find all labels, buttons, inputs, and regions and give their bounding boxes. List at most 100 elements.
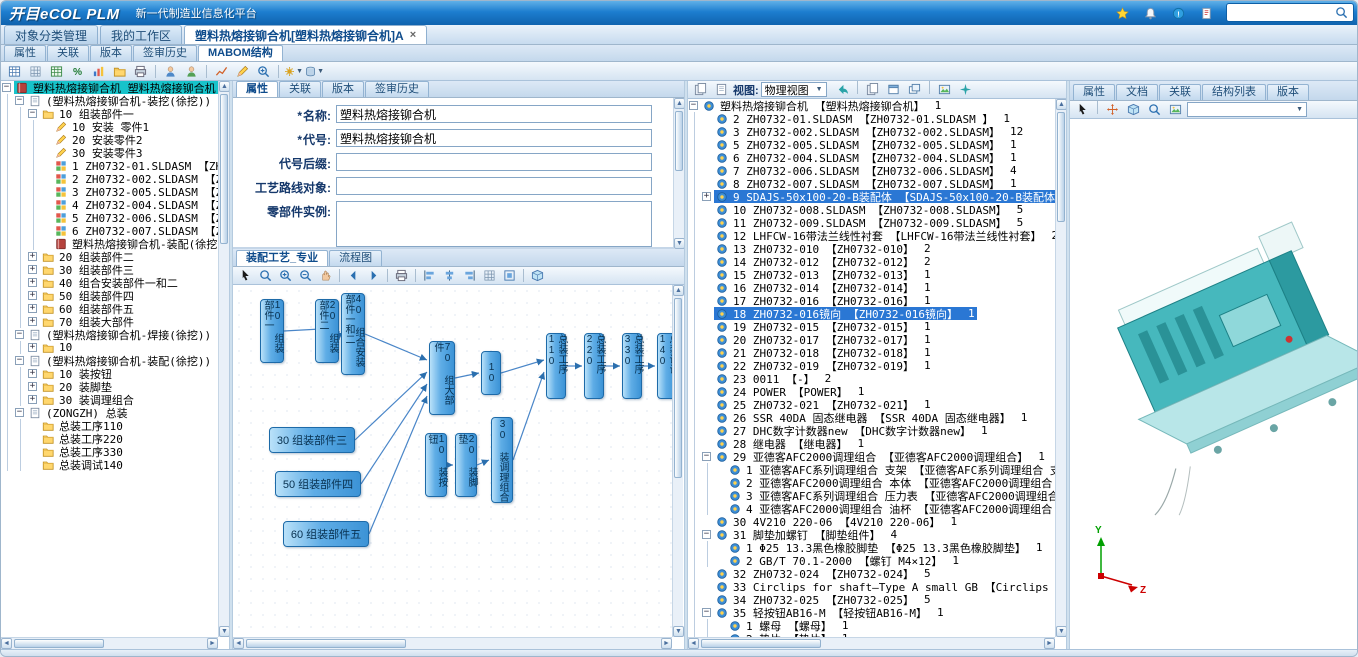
tree-row[interactable]: 8 ZH0732-007.SLDASM 【ZH0732-007.SLDASM】1 (688, 177, 1066, 190)
tab-关联[interactable]: 关联 (1159, 84, 1201, 100)
tab-我的工作区[interactable]: 我的工作区 (100, 25, 182, 44)
tree-row[interactable]: +60 组装部件五 (1, 302, 229, 315)
flow-node[interactable]: 70 组大部件 (429, 341, 455, 415)
flow-node[interactable]: 10 组装部件一 (260, 299, 284, 363)
tab-属性[interactable]: 属性 (236, 81, 278, 97)
bell-icon[interactable] (1141, 4, 1159, 22)
folder-icon[interactable] (110, 63, 129, 80)
tree-row[interactable]: 4 亚德客AFC2000调理组合_油杯 【亚德客AFC2000调理组合_油杯 (688, 502, 1066, 515)
tree-row[interactable]: 总装工序330 (1, 445, 229, 458)
docs-icon[interactable] (863, 81, 882, 98)
db-icon[interactable]: ▼ (305, 63, 324, 80)
pencil-icon[interactable] (233, 63, 252, 80)
cursor-icon[interactable] (1073, 101, 1092, 118)
collapse-icon[interactable]: − (15, 356, 24, 365)
user-icon[interactable] (161, 63, 180, 80)
scroll-down-button[interactable]: ▼ (219, 626, 229, 637)
tree-row[interactable]: 25 ZH0732-021 【ZH0732-021】1 (688, 398, 1066, 411)
scroll-up-button[interactable]: ▲ (673, 285, 684, 296)
tree-row[interactable]: 27 DHC数字计数器new 【DHC数字计数器new】1 (688, 424, 1066, 437)
field-input-名称[interactable] (336, 105, 652, 123)
back-icon[interactable] (833, 81, 852, 98)
tree-row[interactable]: −35 轻按钮AB16-M 【轻按钮AB16-M】1 (688, 606, 1066, 619)
tree-row[interactable]: 6 ZH0732-004.SLDASM 【ZH0732-004.SLDASM】1 (688, 151, 1066, 164)
tree-row[interactable]: +40 组合安装部件一和二 (1, 276, 229, 289)
tree-row[interactable]: 24 POWER 【POWER】1 (688, 385, 1066, 398)
scroll-right-button[interactable]: ► (661, 638, 672, 649)
bom-hscroll[interactable]: ◄ ► (688, 637, 1055, 649)
nav-right-icon[interactable] (364, 267, 383, 284)
tab-版本[interactable]: 版本 (1267, 84, 1309, 100)
viewer-config-selector[interactable]: ▼ (1187, 102, 1307, 117)
tree-row[interactable]: +50 组装部件四 (1, 289, 229, 302)
tree-row[interactable]: −(塑料热熔接铆合机-焊接(徐挖)) 塑料热熔接铆合机-焊接(徐挖) (1, 328, 229, 341)
tree-row[interactable]: −10 组装部件一 (1, 107, 229, 120)
align-right-icon[interactable] (460, 267, 479, 284)
flow-node[interactable]: 30 装调理组合 (491, 417, 513, 503)
tree-row[interactable]: 1 ZH0732-01.SLDASM 【ZH073 (1, 159, 229, 172)
tree-row[interactable]: 总装工序110 (1, 419, 229, 432)
tree-row[interactable]: −(塑料热熔接铆合机-装配(徐挖)) 塑料热熔接铆合机-装配(徐挖) (1, 354, 229, 367)
tree-row[interactable]: 3 ZH0732-005.SLDASM 【ZH07 (1, 185, 229, 198)
tab-塑料热熔接铆合机[塑料热熔接铆合机]A[interactable]: 塑料热熔接铆合机[塑料热熔接铆合机]A× (184, 25, 427, 44)
scroll-thumb[interactable] (220, 94, 228, 244)
search-icon[interactable] (1332, 4, 1351, 21)
flag-icon[interactable] (1197, 4, 1215, 22)
cube-icon[interactable] (1124, 101, 1143, 118)
info-icon[interactable]: ! (1169, 4, 1187, 22)
collapse-icon[interactable]: − (28, 109, 37, 118)
tree-row[interactable]: 2 ZH0732-002.SLDASM 【ZH07 (1, 172, 229, 185)
tree-row[interactable]: 2 GB/T 70.1-2000 【螺钉 M4×12】1 (688, 554, 1066, 567)
tree-row[interactable]: 13 ZH0732-010 【ZH0732-010】2 (688, 242, 1066, 255)
tree-row[interactable]: 4 ZH0732-004.SLDASM 【ZH07 (1, 198, 229, 211)
tab-属性[interactable]: 属性 (1073, 84, 1115, 100)
tree-row[interactable]: 1 Φ25_13.3黑色橡胶脚垫 【Φ25_13.3黑色橡胶脚垫】1 (688, 541, 1066, 554)
gear2-icon[interactable]: ▼ (284, 63, 303, 80)
tree-row[interactable]: 20 安装零件2 (1, 133, 229, 146)
tab-流程图[interactable]: 流程图 (329, 250, 382, 266)
field-input-代号[interactable] (336, 129, 652, 147)
tree-row[interactable]: 12 LHFCW-16带法兰线性衬套 【LHFCW-16带法兰线性衬套】2 (688, 229, 1066, 242)
flow-node[interactable]: 40 组合安装部件一和二 (341, 293, 365, 375)
cad-viewport[interactable]: Y Z (1070, 119, 1358, 649)
flow-node[interactable]: 50 组装部件四 (275, 471, 361, 497)
scroll-down-button[interactable]: ▼ (673, 626, 684, 637)
tree-row[interactable]: +20 装脚垫 (1, 380, 229, 393)
window-icon[interactable] (884, 81, 903, 98)
tree-row[interactable]: 33 Circlips for shaft—Type A small GB 【C… (688, 580, 1066, 593)
tree-row[interactable]: +70 组装大部件 (1, 315, 229, 328)
tab-文档[interactable]: 文档 (1116, 84, 1158, 100)
tab-版本[interactable]: 版本 (90, 45, 132, 61)
tree-row[interactable]: 14 ZH0732-012 【ZH0732-012】2 (688, 255, 1066, 268)
tree-row[interactable]: 23 0011 【-】2 (688, 372, 1066, 385)
tree-row[interactable]: 1 亚德客AFC系列调理组合_支架 【亚德客AFC系列调理组合_支架】 (688, 463, 1066, 476)
flow-node[interactable]: 60 组装部件五 (283, 521, 369, 547)
chart-icon[interactable] (89, 63, 108, 80)
flow-node[interactable]: 10 (481, 351, 501, 395)
tree-row[interactable]: 15 ZH0732-013 【ZH0732-013】1 (688, 268, 1066, 281)
tree-row[interactable]: 28 继电器 【继电器】1 (688, 437, 1066, 450)
tree-row[interactable]: 10 安装 零件1 (1, 120, 229, 133)
expand-icon[interactable]: + (28, 369, 37, 378)
tab-装配工艺_专业[interactable]: 装配工艺_专业 (236, 250, 328, 266)
collapse-icon[interactable]: − (15, 330, 24, 339)
collapse-icon[interactable]: − (702, 530, 711, 539)
tree-row[interactable]: +10 装按钮 (1, 367, 229, 380)
field-input-代号后缀[interactable] (336, 153, 652, 171)
scroll-thumb[interactable] (674, 298, 682, 478)
sheet-icon[interactable] (47, 63, 66, 80)
zoom-out-icon[interactable] (296, 267, 315, 284)
flow-node[interactable]: 20 组装部件二 (315, 299, 339, 363)
nav-left-icon[interactable] (344, 267, 363, 284)
tree-row[interactable]: +9 SDAJS-50x100-20-B装配体 【SDAJS-50x100-20… (688, 190, 1066, 203)
tree-row[interactable]: 2 ZH0732-01.SLDASM 【ZH0732-01.SLDASM 】1 (688, 112, 1066, 125)
tree-row[interactable]: +30 组装部件三 (1, 263, 229, 276)
cursor-icon[interactable] (236, 267, 255, 284)
tree-row[interactable]: 30 4V210 220-06 【4V210 220-06】1 (688, 515, 1066, 528)
left-tree-vscroll[interactable]: ▲ ▼ (218, 81, 229, 637)
tree-row[interactable]: 32 ZH0732-024 【ZH0732-024】5 (688, 567, 1066, 580)
expand-icon[interactable]: + (28, 291, 37, 300)
collapse-icon[interactable]: − (689, 101, 698, 110)
cascade-icon[interactable] (905, 81, 924, 98)
tree-row[interactable]: −塑料热熔接铆合机 【塑料热熔接铆合机】1 (688, 99, 1066, 112)
